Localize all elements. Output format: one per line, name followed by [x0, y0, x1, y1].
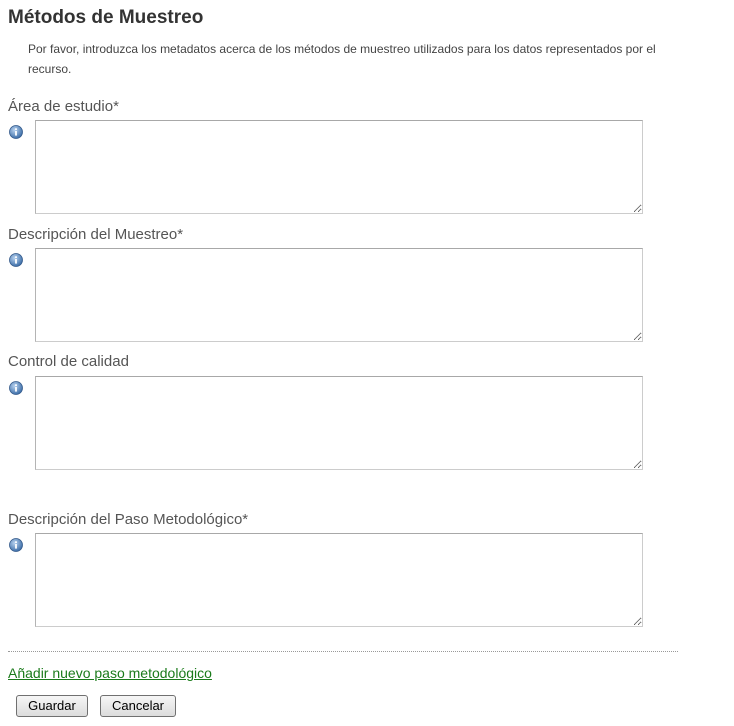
info-icon[interactable] [9, 538, 23, 552]
intro-text: Por favor, introduzca los metadatos acer… [28, 42, 656, 76]
info-icon[interactable] [9, 125, 23, 139]
method-step-description-textarea[interactable] [35, 533, 643, 627]
add-method-step-link[interactable]: Añadir nuevo paso metodológico [8, 664, 212, 682]
quality-control-label: Control de calidad [8, 353, 129, 370]
study-area-textarea[interactable] [35, 120, 643, 214]
method-step-description-label: Descripción del Paso Metodológico* [8, 511, 249, 528]
study-area-label: Área de estudio* [8, 98, 119, 115]
info-icon[interactable] [9, 381, 23, 395]
info-icon[interactable] [9, 253, 23, 267]
save-button[interactable]: Guardar [16, 695, 88, 717]
sampling-description-label: Descripción del Muestreo* [8, 226, 184, 243]
cancel-button[interactable]: Cancelar [100, 695, 176, 717]
page-title: Métodos de Muestreo [8, 7, 204, 28]
sampling-description-textarea[interactable] [35, 248, 643, 342]
quality-control-textarea[interactable] [35, 376, 643, 470]
divider [8, 651, 678, 652]
